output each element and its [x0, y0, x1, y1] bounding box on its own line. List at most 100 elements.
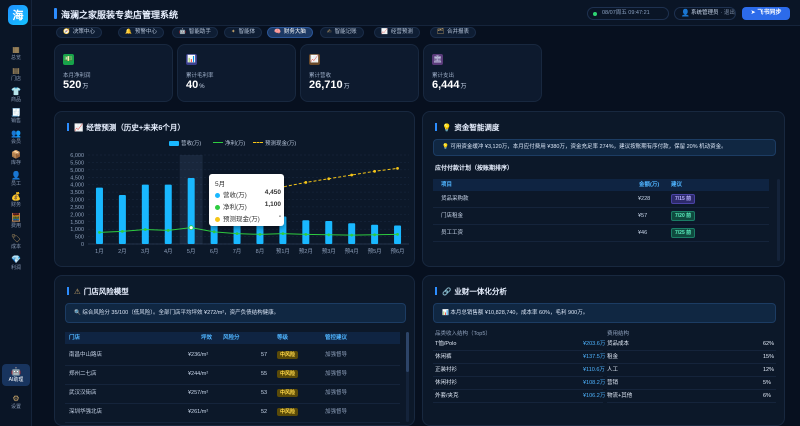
- sidebar-icon: 🧾: [11, 108, 21, 117]
- payment-row[interactable]: 货品采购款 ¥228 7/15 前: [433, 192, 769, 208]
- sidebar-item-10[interactable]: 💎 利润: [2, 252, 30, 274]
- bar-revenue[interactable]: [141, 184, 149, 244]
- point-cash-forecast[interactable]: [373, 169, 377, 173]
- point-cash-forecast[interactable]: [304, 181, 308, 184]
- tab-4[interactable]: 🧠 财务大脑: [267, 27, 313, 38]
- payment-table-header: 项目 金额(万) 建议: [433, 179, 769, 191]
- kpi-number: 6,444: [432, 79, 460, 91]
- point-profit[interactable]: [304, 232, 308, 236]
- kpi-icon: 📈: [309, 54, 320, 65]
- point-profit[interactable]: [98, 231, 101, 234]
- user-menu[interactable]: 👤 系统管理员 · 退出: [674, 7, 736, 20]
- bizfin-notice: 📊 本月总销售额 ¥10,828,740，成本率 60%，毛利 900万。: [433, 303, 776, 323]
- point-profit[interactable]: [166, 228, 170, 232]
- bar-revenue[interactable]: [302, 220, 310, 244]
- sidebar-icon: 📦: [11, 150, 21, 159]
- y-tick-label: 2,000: [70, 212, 84, 218]
- point-profit[interactable]: [188, 225, 194, 231]
- sidebar-item-label: 费用: [10, 223, 21, 229]
- sidebar: 海 ▦ 总览 ▤ 门店 👕 商品 🧾 销售 👥 会员 📦 库存 👤 员工 💰 财务 🧮 费用 🏷 成本 💎 利润 🤖 AI助理…: [0, 0, 32, 426]
- sidebar-item-label: 财务: [10, 202, 21, 208]
- feishu-sync-button[interactable]: ➤ 飞书同步: [742, 7, 790, 20]
- kpi-card-0: 💵 本月净利润 520万: [54, 44, 173, 102]
- sidebar-item-5[interactable]: 📦 库存: [2, 147, 30, 169]
- bar-revenue[interactable]: [118, 195, 126, 244]
- bizfin-row: 外套/夹克 ¥106.2万 物流+其他 6%: [433, 390, 776, 403]
- bizfin-row: 休闲裤 ¥137.5万 租金 15%: [433, 351, 776, 364]
- control-advice: 加强督导: [325, 390, 348, 396]
- tab-7[interactable]: 🗂 合并报表: [430, 27, 476, 38]
- tab-label: 财务大脑: [283, 29, 306, 35]
- x-tick-label: 1月: [95, 248, 104, 255]
- online-status-dot: [593, 12, 597, 16]
- tab-2[interactable]: 🤖 智能助手: [172, 27, 218, 38]
- sidebar-icon: 🧮: [11, 213, 21, 222]
- point-profit[interactable]: [373, 233, 377, 237]
- tooltip-row-revenue: 营收(万) 4,450: [215, 189, 281, 199]
- category-revenue-head: 品类收入结构（Top5）: [435, 331, 491, 337]
- risk-title: ⚠ 门店风险模型: [67, 286, 129, 297]
- bar-revenue[interactable]: [164, 184, 172, 244]
- point-cash-forecast[interactable]: [350, 173, 354, 177]
- sidebar-icon: 👥: [11, 129, 21, 138]
- point-profit[interactable]: [281, 232, 285, 236]
- sidebar-item-3[interactable]: 🧾 销售: [2, 105, 30, 127]
- sidebar-item-12[interactable]: ⚙ 设置: [2, 391, 30, 413]
- point-profit[interactable]: [143, 228, 147, 231]
- store-name: 郑州二七店: [69, 371, 97, 377]
- capital-scrollbar[interactable]: [777, 179, 780, 261]
- point-profit[interactable]: [350, 233, 354, 237]
- sidebar-item-4[interactable]: 👥 会员: [2, 126, 30, 148]
- chart-tooltip: 5月 营收(万) 4,450 净利(万) 1,100 预测现金(万) -: [209, 174, 284, 226]
- point-profit[interactable]: [396, 232, 399, 236]
- risk-level-badge: 中风险: [277, 370, 299, 378]
- sidebar-icon: 💰: [11, 192, 21, 201]
- tab-0[interactable]: 🧭 决策中心: [56, 27, 102, 38]
- risk-table-header: 门店 坪效 风险分 等级 管控建议: [65, 332, 400, 344]
- logout-link[interactable]: · 退出: [721, 10, 735, 16]
- tab-3[interactable]: ✦ 智能体: [224, 27, 263, 38]
- row-divider: [433, 224, 769, 225]
- risk-row[interactable]: 南昌中山路店 ¥236/m² 57 中风险 加强督导: [65, 348, 400, 366]
- point-cash-forecast[interactable]: [327, 177, 331, 181]
- bar-revenue[interactable]: [325, 221, 333, 244]
- sidebar-icon: ▦: [12, 45, 20, 54]
- store-name: 武汉汉街店: [69, 390, 97, 396]
- sidebar-icon: 🤖: [11, 367, 21, 376]
- bar-revenue[interactable]: [95, 187, 103, 244]
- bar-revenue[interactable]: [348, 223, 356, 244]
- payment-row[interactable]: 员工工资 ¥46 7/25 前: [433, 226, 769, 242]
- kpi-card-2: 📈 累计营收 26,710万: [300, 44, 419, 102]
- tab-1[interactable]: 🔔 预警中心: [118, 27, 164, 38]
- point-cash-forecast[interactable]: [396, 166, 399, 170]
- risk-scrollbar[interactable]: [406, 332, 409, 422]
- sidebar-item-label: 会员: [10, 139, 21, 145]
- sidebar-item-1[interactable]: ▤ 门店: [2, 63, 30, 85]
- x-tick-label: 预3月: [322, 247, 336, 255]
- sidebar-item-9[interactable]: 🏷 成本: [2, 231, 30, 253]
- tab-icon: ✦: [231, 29, 236, 35]
- point-profit[interactable]: [327, 233, 331, 237]
- y-tick-label: 6,000: [70, 153, 84, 159]
- tab-6[interactable]: 📈 经营预测: [374, 27, 420, 38]
- kpi-number: 40: [186, 79, 199, 91]
- risk-row[interactable]: 深圳华强北店 ¥261/m² 52 中风险 加强督导: [65, 405, 400, 423]
- tab-icon: 📈: [381, 29, 388, 35]
- point-profit[interactable]: [235, 232, 239, 236]
- sidebar-item-11[interactable]: 🤖 AI助理: [2, 364, 30, 386]
- sidebar-item-7[interactable]: 💰 财务: [2, 189, 30, 211]
- sidebar-item-0[interactable]: ▦ 总览: [2, 42, 30, 64]
- tab-5[interactable]: ✍ 智能记账: [320, 27, 364, 38]
- bar-revenue[interactable]: [187, 177, 195, 244]
- point-profit[interactable]: [258, 232, 262, 236]
- capital-notice: 💡 可用资金缓冲 ¥3,120万，本月应付费用 ¥380万，资金充足率 274%…: [433, 139, 776, 156]
- risk-row[interactable]: 郑州二七店 ¥244/m² 55 中风险 加强督导: [65, 367, 400, 385]
- payment-row[interactable]: 门店租金 ¥57 7/20 前: [433, 209, 769, 225]
- sidebar-item-2[interactable]: 👕 商品: [2, 84, 30, 106]
- point-profit[interactable]: [212, 230, 216, 234]
- sidebar-item-6[interactable]: 👤 员工: [2, 168, 30, 190]
- risk-row[interactable]: 武汉汉街店 ¥257/m² 53 中风险 加强督导: [65, 386, 400, 404]
- point-profit[interactable]: [120, 229, 124, 233]
- sidebar-item-8[interactable]: 🧮 费用: [2, 210, 30, 232]
- tab-icon: 🗂: [437, 29, 444, 35]
